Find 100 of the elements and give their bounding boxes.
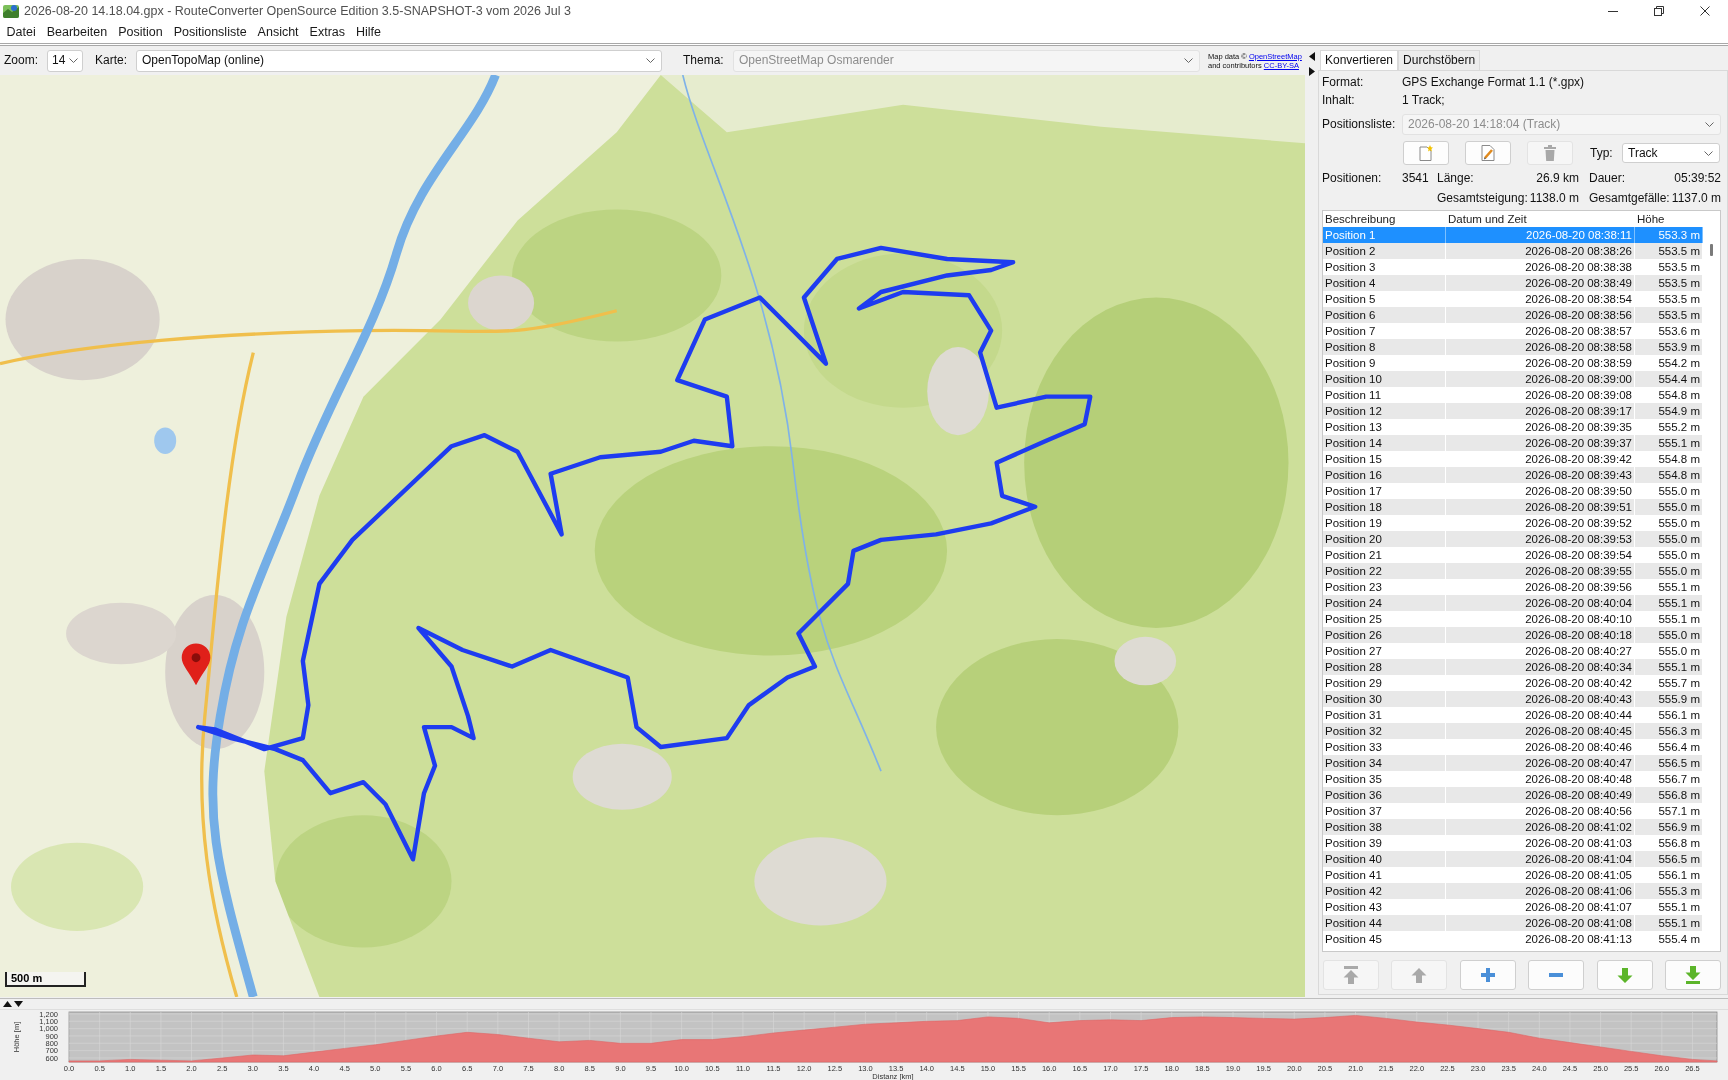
restore-icon: [1654, 6, 1664, 16]
table-cell: 2026-08-20 08:40:45: [1446, 723, 1635, 739]
menu-item[interactable]: Bearbeiten: [41, 25, 113, 40]
table-cell: 2026-08-20 08:41:04: [1446, 851, 1635, 867]
left-triangle-icon[interactable]: [1308, 52, 1315, 61]
table-cell: 2026-08-20 08:39:51: [1446, 499, 1635, 515]
stat-label: Gesamtsteigung:: [1437, 190, 1528, 206]
field-label: Format:: [1322, 74, 1365, 90]
remove-button[interactable]: [1528, 960, 1585, 990]
table-row[interactable]: Position 16 2026-08-20 08:39:43 554.8 m: [1323, 467, 1703, 483]
edit-button[interactable]: [1465, 141, 1511, 165]
stat-label: Länge:: [1437, 170, 1474, 186]
scrollbar-thumb[interactable]: [1710, 244, 1713, 256]
stat-value: 3541: [1402, 170, 1430, 186]
chevron-down-icon: [1184, 58, 1193, 63]
menu-item[interactable]: Datei: [1, 25, 42, 40]
field-value: GPS Exchange Format 1.1 (*.gpx): [1402, 74, 1585, 90]
minus-icon: [1549, 973, 1564, 977]
add-button[interactable]: [1459, 960, 1516, 990]
menu-item[interactable]: Hilfe: [350, 25, 387, 40]
table-row[interactable]: Position 36 2026-08-20 08:40:49 556.8 m: [1323, 787, 1703, 803]
table-row[interactable]: Position 6 2026-08-20 08:38:56 553.5 m: [1323, 307, 1703, 323]
type-dropdown[interactable]: Track: [1622, 143, 1720, 163]
column-header[interactable]: Beschreibung: [1323, 211, 1446, 227]
menu-item[interactable]: Positionsliste: [168, 25, 253, 40]
stat-value: 1137.0 m: [1671, 190, 1721, 206]
table-cell: Position 36: [1323, 787, 1446, 803]
stat-value: 26.9 km: [1536, 170, 1579, 186]
table-row[interactable]: Position 22 2026-08-20 08:39:55 555.0 m: [1323, 563, 1703, 579]
table-cell: 2026-08-20 08:39:17: [1446, 403, 1635, 419]
table-cell: 2026-08-20 08:38:58: [1446, 339, 1635, 355]
table-row[interactable]: Position 40 2026-08-20 08:41:04 556.5 m: [1323, 851, 1703, 867]
table-cell: 2026-08-20 08:39:37: [1446, 435, 1635, 451]
table-cell: Position 32: [1323, 723, 1446, 739]
new-button[interactable]: [1403, 141, 1449, 165]
table-row[interactable]: Position 18 2026-08-20 08:39:51 555.0 m: [1323, 499, 1703, 515]
table-row[interactable]: Position 45 2026-08-20 08:41:13 555.4 m: [1323, 931, 1703, 947]
table-cell: 2026-08-20 08:39:53: [1446, 531, 1635, 547]
table-row[interactable]: Position 2 2026-08-20 08:38:26 553.5 m: [1323, 243, 1703, 259]
table-row[interactable]: Position 4 2026-08-20 08:38:49 553.5 m: [1323, 275, 1703, 291]
table-cell: 2026-08-20 08:38:26: [1446, 243, 1635, 259]
up-triangle-icon[interactable]: [3, 1001, 12, 1007]
field-label: Zoom:: [4, 53, 39, 68]
down-triangle-icon[interactable]: [14, 1001, 23, 1007]
table-row[interactable]: Position 34 2026-08-20 08:40:47 556.5 m: [1323, 755, 1703, 771]
move-to-bottom-button[interactable]: [1664, 960, 1721, 990]
tab[interactable]: Durchstöbern: [1398, 50, 1481, 70]
table-cell: Position 10: [1323, 371, 1446, 387]
table-row[interactable]: Position 38 2026-08-20 08:41:02 556.9 m: [1323, 819, 1703, 835]
menu-item[interactable]: Extras: [304, 25, 351, 40]
table-cell: Position 38: [1323, 819, 1446, 835]
table-cell: 2026-08-20 08:40:34: [1446, 659, 1635, 675]
table-cell: 2026-08-20 08:40:04: [1446, 595, 1635, 611]
table-cell: 2026-08-20 08:41:06: [1446, 883, 1635, 899]
table-cell: 2026-08-20 08:38:49: [1446, 275, 1635, 291]
table-row[interactable]: Position 32 2026-08-20 08:40:45 556.3 m: [1323, 723, 1703, 739]
move-down-button[interactable]: [1596, 960, 1653, 990]
table-row[interactable]: Position 20 2026-08-20 08:39:53 555.0 m: [1323, 531, 1703, 547]
table-cell: Position 4: [1323, 275, 1446, 291]
right-triangle-icon[interactable]: [1308, 67, 1315, 76]
table-row[interactable]: Position 42 2026-08-20 08:41:06 555.3 m: [1323, 883, 1703, 899]
table-cell: 553.5 m: [1635, 275, 1703, 291]
zoom-dropdown[interactable]: 14: [47, 49, 83, 72]
table-cell: Position 34: [1323, 755, 1446, 771]
menu-item[interactable]: Ansicht: [252, 25, 305, 40]
trash-icon: [1543, 145, 1557, 161]
table-row[interactable]: Position 14 2026-08-20 08:39:37 555.1 m: [1323, 435, 1703, 451]
close-icon: [1700, 6, 1710, 16]
table-row[interactable]: Position 24 2026-08-20 08:40:04 555.1 m: [1323, 595, 1703, 611]
table-cell: 556.8 m: [1635, 787, 1703, 803]
table-cell: 555.1 m: [1635, 915, 1703, 931]
menu-item[interactable]: Position: [112, 25, 169, 40]
table-row[interactable]: Position 44 2026-08-20 08:41:08 555.1 m: [1323, 915, 1703, 931]
table-cell: Position 14: [1323, 435, 1446, 451]
table-cell: 555.1 m: [1635, 595, 1703, 611]
table-row[interactable]: Position 8 2026-08-20 08:38:58 553.9 m: [1323, 339, 1703, 355]
table-cell: 554.9 m: [1635, 403, 1703, 419]
table-row[interactable]: Position 30 2026-08-20 08:40:43 555.9 m: [1323, 691, 1703, 707]
table-row[interactable]: Position 12 2026-08-20 08:39:17 554.9 m: [1323, 403, 1703, 419]
table-cell: 2026-08-20 08:39:00: [1446, 371, 1635, 387]
table-cell: 556.5 m: [1635, 755, 1703, 771]
table-row[interactable]: Position 28 2026-08-20 08:40:34 555.1 m: [1323, 659, 1703, 675]
map-dropdown[interactable]: OpenTopoMap (online): [136, 49, 662, 72]
table-cell: Position 24: [1323, 595, 1446, 611]
table-cell: 555.1 m: [1635, 435, 1703, 451]
table-cell: 2026-08-20 08:38:56: [1446, 307, 1635, 323]
table-cell: 555.0 m: [1635, 531, 1703, 547]
table-cell: 555.4 m: [1635, 931, 1703, 947]
stat-label: Positionen:: [1322, 170, 1383, 186]
table-row[interactable]: Position 26 2026-08-20 08:40:18 555.0 m: [1323, 627, 1703, 643]
table-row[interactable]: Position 10 2026-08-20 08:39:00 554.4 m: [1323, 371, 1703, 387]
table-cell: Position 6: [1323, 307, 1446, 323]
stat-value: 1138.0 m: [1529, 190, 1579, 206]
column-header[interactable]: Datum und Zeit: [1446, 211, 1635, 227]
table-cell: 2026-08-20 08:41:08: [1446, 915, 1635, 931]
tab[interactable]: Konvertieren: [1320, 50, 1399, 70]
column-header[interactable]: Höhe: [1635, 211, 1703, 227]
table-cell: Position 22: [1323, 563, 1446, 579]
table-cell: 2026-08-20 08:40:43: [1446, 691, 1635, 707]
table-cell: 556.3 m: [1635, 723, 1703, 739]
